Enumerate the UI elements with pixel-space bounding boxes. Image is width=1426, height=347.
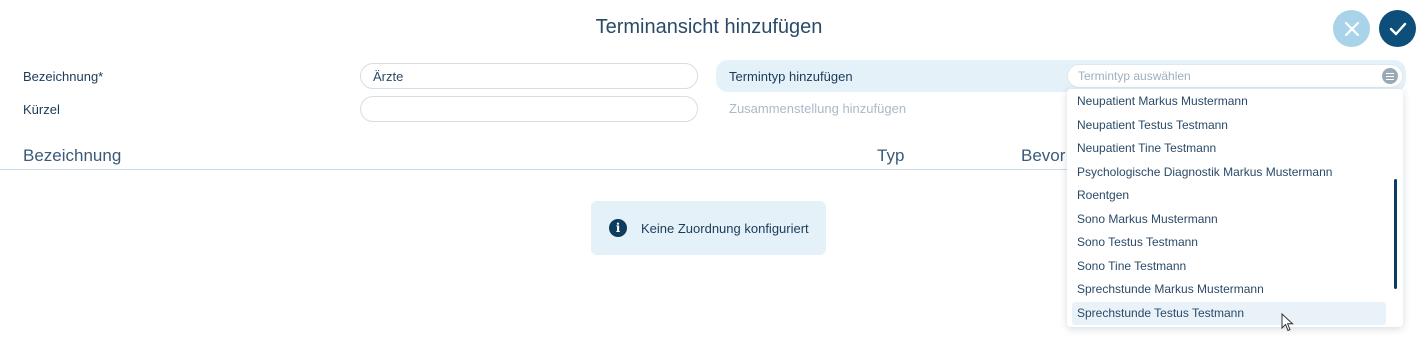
close-icon: [1344, 21, 1359, 36]
table-header-divider: [0, 169, 1070, 170]
dropdown-scrollbar[interactable]: [1394, 179, 1397, 289]
termintyp-label: Termintyp hinzufügen: [729, 69, 853, 84]
dropdown-option[interactable]: Sono Testus Testmann: [1067, 231, 1403, 255]
termintyp-select-placeholder: Termintyp auswählen: [1078, 69, 1191, 83]
dropdown-option[interactable]: Neupatient Testus Testmann: [1067, 114, 1403, 138]
column-header-bezeichnung[interactable]: Bezeichnung: [23, 146, 121, 166]
dialog-title: Terminansicht hinzufügen: [595, 16, 823, 38]
info-icon: i: [609, 219, 627, 237]
dropdown-option[interactable]: Psychologische Diagnostik Markus Musterm…: [1067, 161, 1403, 185]
column-header-typ[interactable]: Typ: [877, 146, 904, 166]
kuerzel-label: Kürzel: [23, 102, 60, 117]
empty-state-message: Keine Zuordnung konfiguriert: [641, 221, 809, 236]
termintyp-select[interactable]: Termintyp auswählen: [1067, 64, 1403, 88]
termintyp-dropdown: Neupatient Markus Mustermann Neupatient …: [1067, 89, 1403, 327]
bezeichnung-input[interactable]: [360, 63, 698, 89]
zusammenstellung-button[interactable]: Zusammenstellung hinzufügen: [729, 101, 906, 116]
empty-state-info: i Keine Zuordnung konfiguriert: [591, 201, 826, 255]
bezeichnung-label: Bezeichnung*: [23, 69, 104, 84]
dropdown-option[interactable]: Neupatient Markus Mustermann: [1067, 90, 1403, 114]
list-icon[interactable]: [1382, 68, 1398, 84]
kuerzel-input[interactable]: [360, 96, 698, 122]
dropdown-option[interactable]: Sono Tine Testmann: [1067, 255, 1403, 279]
dropdown-option[interactable]: Neupatient Tine Testmann: [1067, 137, 1403, 161]
dropdown-option[interactable]: Roentgen: [1067, 184, 1403, 208]
dropdown-option-hovered[interactable]: Sprechstunde Testus Testmann: [1072, 301, 1386, 325]
mouse-cursor-icon: [1281, 313, 1294, 332]
dropdown-option[interactable]: Sono Markus Mustermann: [1067, 208, 1403, 232]
cancel-button[interactable]: [1333, 10, 1370, 47]
confirm-button[interactable]: [1379, 10, 1416, 47]
dropdown-option[interactable]: Sprechstunde Markus Mustermann: [1067, 278, 1403, 302]
column-header-bevor[interactable]: Bevor: [1021, 146, 1065, 166]
check-icon: [1389, 22, 1406, 35]
